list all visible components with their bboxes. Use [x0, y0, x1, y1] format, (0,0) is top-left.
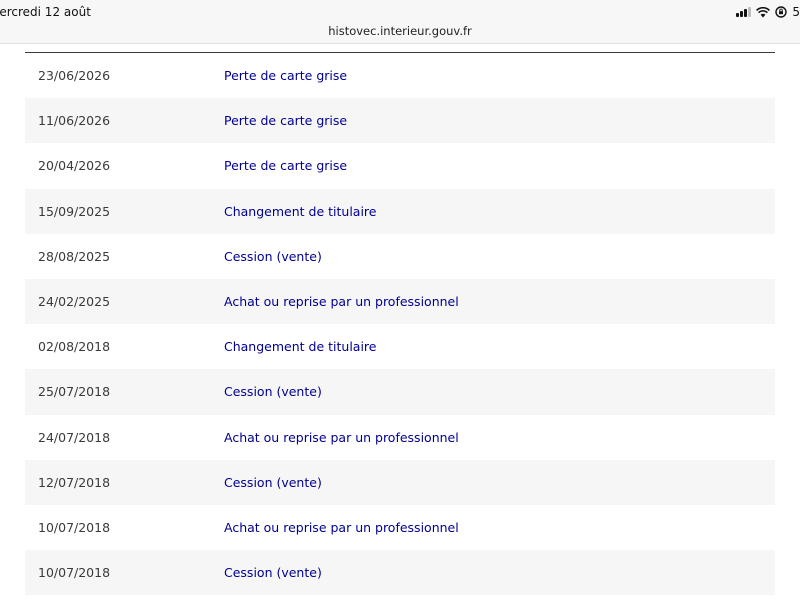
status-date: lercredi 12 août: [0, 5, 91, 19]
table-row: 28/08/2025 Cession (vente): [25, 234, 775, 279]
row-operation-link[interactable]: Achat ou reprise par un professionnel: [224, 430, 459, 445]
table-row: 25/07/2018 Cession (vente): [25, 369, 775, 415]
row-date: 20/04/2026: [38, 158, 111, 174]
row-date: 23/06/2026: [38, 68, 111, 84]
rotation-lock-icon: [775, 6, 788, 18]
cellular-signal-icon: [736, 7, 752, 17]
address-bar[interactable]: histovec.interieur.gouv.fr: [0, 24, 800, 44]
row-operation-link[interactable]: Changement de titulaire: [224, 339, 376, 354]
url-text: histovec.interieur.gouv.fr: [328, 24, 472, 38]
table-row: 20/04/2026 Perte de carte grise: [25, 143, 775, 188]
row-date: 25/07/2018: [38, 384, 111, 400]
wifi-icon: [756, 6, 771, 18]
history-table: 23/06/2026 Perte de carte grise 11/06/2026…: [25, 52, 775, 596]
table-row: 15/09/2025 Changement de titulaire: [25, 188, 775, 234]
row-date: 15/09/2025: [38, 203, 111, 219]
row-date: 10/07/2018: [38, 519, 111, 535]
row-operation-link[interactable]: Cession (vente): [224, 475, 322, 490]
battery-percentage: 5: [792, 5, 800, 19]
row-date: 02/08/2018: [38, 339, 111, 355]
row-operation-link[interactable]: Achat ou reprise par un professionnel: [224, 294, 459, 309]
table-row: 10/07/2018 Achat ou reprise par un profes…: [25, 505, 775, 550]
row-operation-link[interactable]: Perte de carte grise: [224, 158, 347, 173]
row-operation-link[interactable]: Achat ou reprise par un professionnel: [224, 520, 459, 535]
row-date: 24/02/2025: [38, 294, 111, 310]
status-bar: lercredi 12 août 5: [0, 0, 800, 24]
row-date: 12/07/2018: [38, 474, 111, 490]
table-row: 11/06/2026 Perte de carte grise: [25, 98, 775, 144]
row-date: 10/07/2018: [38, 565, 111, 581]
table-row: 23/06/2026 Perte de carte grise: [25, 53, 775, 98]
table-row: 10/07/2018 Cession (vente): [25, 550, 775, 596]
table-row: 24/07/2018 Achat ou reprise par un profes…: [25, 415, 775, 460]
table-row: 12/07/2018 Cession (vente): [25, 459, 775, 505]
status-icons: 5: [736, 5, 800, 19]
row-operation-link[interactable]: Perte de carte grise: [224, 68, 347, 83]
row-date: 11/06/2026: [38, 113, 111, 129]
row-date: 24/07/2018: [38, 429, 111, 445]
row-operation-link[interactable]: Changement de titulaire: [224, 204, 376, 219]
row-operation-link[interactable]: Cession (vente): [224, 384, 322, 399]
row-date: 28/08/2025: [38, 248, 111, 264]
row-operation-link[interactable]: Cession (vente): [224, 565, 322, 580]
table-row: 24/02/2025 Achat ou reprise par un profes…: [25, 278, 775, 325]
table-row: 02/08/2018 Changement de titulaire: [25, 324, 775, 369]
row-operation-link[interactable]: Cession (vente): [224, 249, 322, 264]
row-operation-link[interactable]: Perte de carte grise: [224, 113, 347, 128]
